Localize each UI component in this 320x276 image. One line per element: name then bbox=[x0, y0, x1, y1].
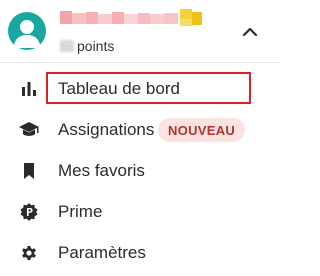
menu-item-dashboard[interactable]: Tableau de bord bbox=[0, 70, 280, 108]
avatar bbox=[8, 12, 46, 50]
menu-item-favorites[interactable]: Mes favoris bbox=[0, 152, 280, 190]
divider bbox=[0, 62, 280, 63]
menu-item-label: Mes favoris bbox=[58, 161, 145, 180]
graduation-cap-icon bbox=[18, 119, 40, 141]
user-silhouette-icon bbox=[13, 20, 41, 48]
points-value-redacted bbox=[60, 40, 74, 52]
bar-chart-icon bbox=[18, 78, 40, 100]
gear-icon bbox=[18, 242, 40, 264]
menu-item-settings[interactable]: Paramètres bbox=[0, 234, 280, 272]
menu-item-label: Tableau de bord bbox=[58, 79, 180, 98]
menu-item-label: Assignations bbox=[58, 120, 155, 139]
menu-item-label: Paramètres bbox=[58, 243, 146, 262]
points-display: points bbox=[60, 38, 114, 54]
points-label: points bbox=[77, 38, 115, 54]
prime-badge-icon bbox=[18, 201, 40, 223]
chevron-up-icon[interactable] bbox=[242, 26, 258, 38]
username-redacted bbox=[56, 9, 204, 26]
menu-item-assignments[interactable]: Assignations NOUVEAU bbox=[0, 111, 280, 149]
menu-item-prime[interactable]: Prime bbox=[0, 193, 280, 231]
menu-item-label: Prime bbox=[58, 202, 103, 221]
new-badge: NOUVEAU bbox=[158, 118, 246, 142]
account-header[interactable]: points bbox=[0, 0, 280, 62]
bookmark-icon bbox=[18, 160, 40, 182]
